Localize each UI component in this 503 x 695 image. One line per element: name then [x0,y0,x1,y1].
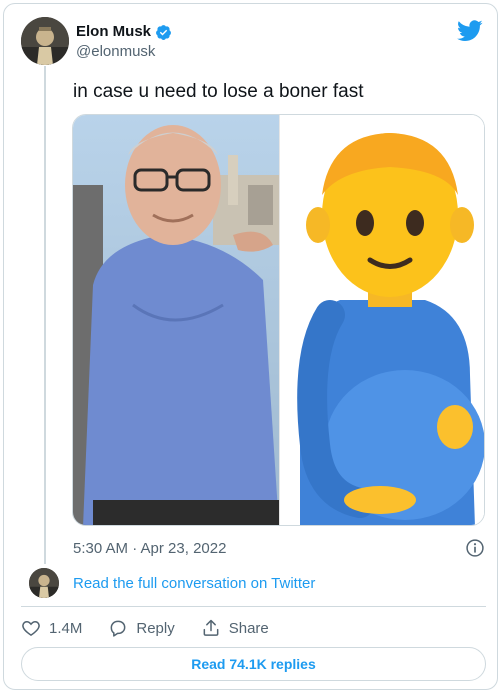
tweet-meta-row: 5:30 AM · Apr 23, 2022 [73,537,485,559]
pregnant-man-emoji [280,115,484,525]
reply-label: Reply [136,619,175,637]
like-button[interactable]: 1.4M [21,618,82,638]
info-icon[interactable] [465,538,485,558]
twitter-bird-icon[interactable] [457,20,483,42]
author-name[interactable]: Elon Musk [76,22,172,42]
share-upload-icon [203,619,219,636]
heart-icon [22,620,40,636]
speech-bubble-icon [110,620,126,637]
timestamp[interactable]: 5:30 AM · Apr 23, 2022 [73,540,226,557]
media-photo-right[interactable] [279,115,484,525]
conversation-avatar[interactable] [29,568,59,598]
tweet-text: in case u need to lose a boner fast [73,81,364,102]
author-handle[interactable]: @elonmusk [76,42,155,62]
photo-man-blue-shirt [73,115,279,525]
author-name-text[interactable]: Elon Musk [76,22,151,42]
tweet-media[interactable] [72,114,485,526]
read-replies-button[interactable]: Read 74.1K replies [21,647,486,681]
reply-button[interactable]: Reply [108,618,175,638]
share-button[interactable]: Share [201,618,269,638]
author-avatar[interactable] [21,17,69,65]
read-full-conversation-link[interactable]: Read the full conversation on Twitter [73,574,315,594]
thread-line [44,66,46,564]
share-label: Share [228,619,269,637]
action-bar: 1.4M Reply Share [21,616,269,640]
tweet-card: Elon Musk @elonmusk in case u need to lo… [3,3,498,690]
like-count: 1.4M [49,619,83,637]
media-photo-left[interactable] [73,115,279,525]
divider [21,606,486,607]
verified-badge-icon [156,24,171,40]
